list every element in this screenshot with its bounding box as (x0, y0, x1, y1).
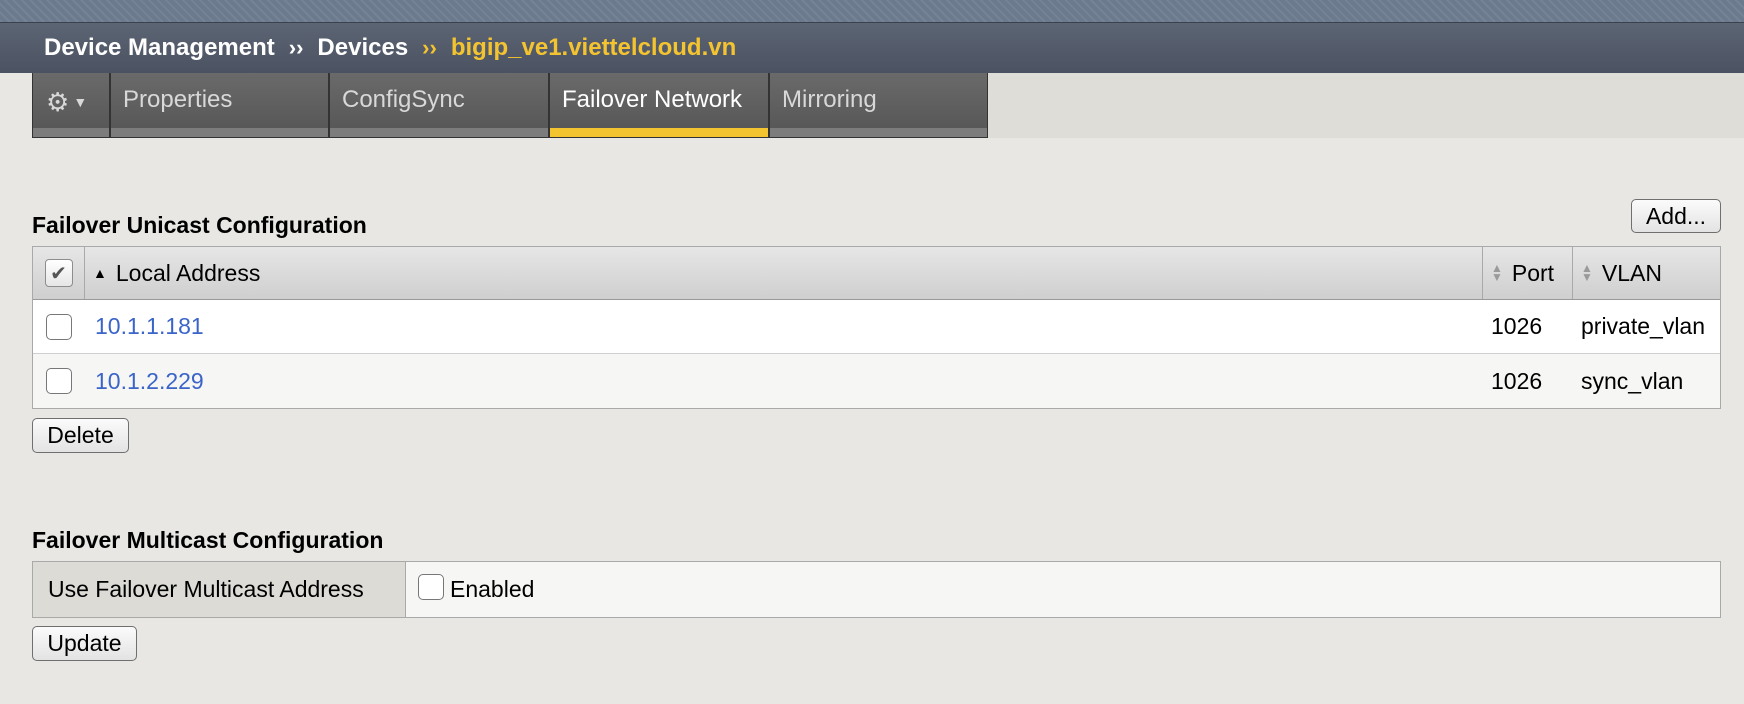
column-header-label: VLAN (1601, 259, 1662, 286)
row-select-cell (33, 368, 85, 394)
breadcrumb-separator: ›› (422, 35, 437, 60)
port-value: 1026 (1491, 367, 1543, 394)
row-select-cell (33, 313, 85, 340)
multicast-section-title: Failover Multicast Configuration (32, 527, 384, 553)
sort-ascending-icon: ▲ (93, 265, 107, 281)
tab-bar: ⚙ ▼ Properties ConfigSync Failover Networ… (32, 73, 988, 138)
breadcrumb: Device Management ›› Devices ›› bigip_ve… (0, 22, 1744, 73)
multicast-field-value: Enabled (406, 562, 1720, 617)
breadcrumb-separator: ›› (288, 35, 304, 60)
local-address-link[interactable]: 10.1.1.181 (85, 313, 1483, 340)
column-header-label: Port (1511, 259, 1555, 286)
unicast-table: ✔ ▲ Local Address ▲ ▼ Port ▲ ▼ VLAN 10.1.1… (32, 246, 1721, 409)
add-button[interactable]: Add... (1631, 199, 1721, 233)
multicast-field-label: Use Failover Multicast Address (33, 562, 406, 617)
tab-gear-menu[interactable]: ⚙ ▼ (32, 73, 110, 138)
unicast-section-title: Failover Unicast Configuration (32, 212, 367, 238)
column-header-port[interactable]: ▲ ▼ Port (1483, 247, 1573, 299)
sort-icon: ▲ ▼ (1581, 261, 1593, 284)
delete-button[interactable]: Delete (32, 418, 129, 453)
row-checkbox[interactable] (46, 313, 72, 340)
vlan-value: private_vlan (1581, 313, 1706, 339)
column-header-local-address[interactable]: ▲ Local Address (85, 247, 1483, 299)
breadcrumb-current: bigip_ve1.viettelcloud.vn (450, 34, 737, 61)
tab-failover-network[interactable]: Failover Network (549, 73, 769, 138)
tab-strip-background (988, 73, 1744, 138)
gear-icon: ⚙ (46, 87, 70, 117)
tab-configsync[interactable]: ConfigSync (329, 73, 549, 138)
table-row: 10.1.1.181 1026 private_vlan (33, 300, 1720, 354)
breadcrumb-item-devices[interactable]: Devices (317, 34, 408, 62)
port-value: 1026 (1491, 313, 1543, 339)
tab-properties[interactable]: Properties (110, 73, 329, 138)
vlan-value: sync_vlan (1581, 367, 1684, 394)
table-header: ✔ ▲ Local Address ▲ ▼ Port ▲ ▼ VLAN (33, 247, 1720, 300)
breadcrumb-item-device-management[interactable]: Device Management (44, 34, 275, 62)
column-header-vlan[interactable]: ▲ ▼ VLAN (1573, 247, 1720, 299)
multicast-table: Use Failover Multicast Address Enabled (32, 561, 1721, 618)
select-all-cell: ✔ (33, 247, 85, 299)
update-button[interactable]: Update (32, 626, 137, 661)
local-address-link[interactable]: 10.1.2.229 (85, 368, 1483, 395)
select-all-checkbox[interactable]: ✔ (44, 259, 73, 287)
tab-mirroring[interactable]: Mirroring (769, 73, 988, 138)
chevron-down-icon: ▼ (73, 94, 88, 110)
enabled-checkbox[interactable] (418, 573, 444, 600)
table-row: 10.1.2.229 1026 sync_vlan (33, 354, 1720, 408)
row-checkbox[interactable] (46, 368, 72, 394)
column-header-label: Local Address (115, 259, 261, 286)
enabled-label: Enabled (450, 576, 535, 602)
sort-icon: ▲ ▼ (1491, 261, 1503, 284)
